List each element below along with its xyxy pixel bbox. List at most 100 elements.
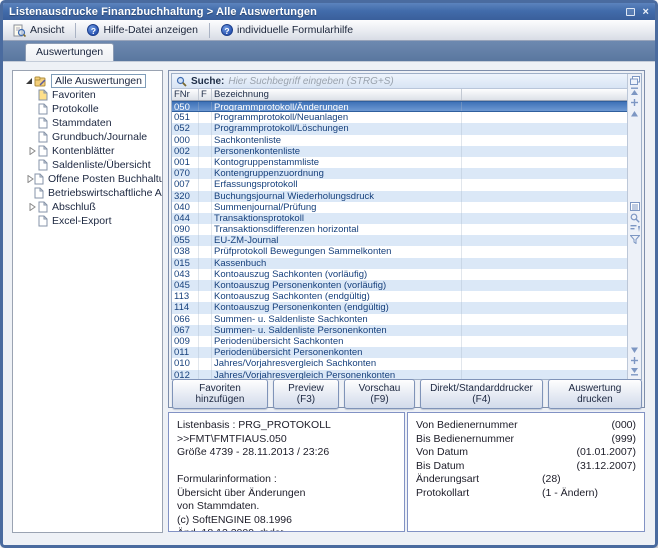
help-file-button[interactable]: ? Hilfe-Datei anzeigen (81, 22, 204, 38)
cell-bezeichnung[interactable]: Summen- u. Saldenliste Personenkonten (212, 325, 462, 336)
cell-bezeichnung[interactable]: Summenjournal/Prüfung (212, 202, 462, 213)
cell-fnr[interactable]: 114 (172, 302, 199, 313)
tree-item[interactable]: Protokolle (13, 102, 162, 116)
cell-f[interactable] (199, 358, 212, 369)
cell-empty[interactable] (462, 291, 627, 302)
table-row[interactable]: 001 Kontogruppenstammliste (172, 157, 627, 168)
cell-fnr[interactable]: 050 (172, 102, 199, 111)
cell-fnr[interactable]: 040 (172, 202, 199, 213)
cell-bezeichnung[interactable]: Transaktionsdifferenzen horizontal (212, 224, 462, 235)
table-row[interactable]: 114 Kontoauszug Personenkonten (endgülti… (172, 302, 627, 313)
cell-fnr[interactable]: 320 (172, 191, 199, 202)
cell-bezeichnung[interactable]: Kontoauszug Sachkonten (vorläufig) (212, 269, 462, 280)
tree-item[interactable]: Betriebswirtschaftliche Auswertungen (13, 186, 162, 200)
cell-f[interactable] (199, 302, 212, 313)
close-icon[interactable]: × (642, 7, 649, 17)
cell-f[interactable] (199, 157, 212, 168)
cell-bezeichnung[interactable]: Personenkontenliste (212, 146, 462, 157)
cell-fnr[interactable]: 011 (172, 347, 199, 358)
filter-icon[interactable] (630, 235, 640, 244)
cell-fnr[interactable]: 043 (172, 269, 199, 280)
cell-empty[interactable] (462, 358, 627, 369)
table-row[interactable]: 002 Personenkontenliste (172, 146, 627, 157)
cell-empty[interactable] (462, 112, 627, 123)
table-row[interactable]: 040 Summenjournal/Prüfung (172, 202, 627, 213)
tab-auswertungen[interactable]: Auswertungen (25, 43, 114, 61)
table-row[interactable]: 113 Kontoauszug Sachkonten (endgültig) (172, 291, 627, 302)
column-header-f[interactable]: F (199, 89, 212, 100)
table-row[interactable]: 043 Kontoauszug Sachkonten (vorläufig) (172, 269, 627, 280)
search-input[interactable] (228, 76, 623, 87)
cell-f[interactable] (199, 314, 212, 325)
cell-bezeichnung[interactable]: Periodenübersicht Sachkonten (212, 336, 462, 347)
tree-collapsed-icon[interactable] (27, 161, 38, 169)
cell-bezeichnung[interactable]: Sachkontenliste (212, 135, 462, 146)
action-button[interactable]: Preview (F3) (273, 379, 339, 409)
cell-f[interactable] (199, 146, 212, 157)
cell-bezeichnung[interactable]: Summen- u. Saldenliste Sachkonten (212, 314, 462, 325)
column-header-fnr[interactable]: FNr (172, 89, 199, 100)
cell-bezeichnung[interactable]: Kontogruppenstammliste (212, 157, 462, 168)
cell-bezeichnung[interactable]: Prüfprotokoll Bewegungen Sammelkonten (212, 246, 462, 257)
cell-fnr[interactable]: 007 (172, 179, 199, 190)
table-row[interactable]: 090 Transaktionsdifferenzen horizontal (172, 224, 627, 235)
table-row[interactable]: 066 Summen- u. Saldenliste Sachkonten (172, 314, 627, 325)
table-row[interactable]: 070 Kontengruppenzuordnung (172, 168, 627, 179)
cell-f[interactable] (199, 179, 212, 190)
cell-empty[interactable] (462, 123, 627, 134)
cell-f[interactable] (199, 370, 212, 380)
cell-f[interactable] (199, 347, 212, 358)
table-row[interactable]: 320 Buchungsjournal Wiederholungsdruck (172, 191, 627, 202)
form-help-button[interactable]: ? individuelle Formularhilfe (215, 22, 359, 38)
cell-fnr[interactable]: 045 (172, 280, 199, 291)
table-row[interactable]: 055 EU-ZM-Journal (172, 235, 627, 246)
tree-item[interactable]: Favoriten (13, 88, 162, 102)
cell-bezeichnung[interactable]: EU-ZM-Journal (212, 235, 462, 246)
table-row[interactable]: 067 Summen- u. Saldenliste Personenkonte… (172, 325, 627, 336)
cell-f[interactable] (199, 291, 212, 302)
cell-empty[interactable] (462, 246, 627, 257)
cell-fnr[interactable]: 010 (172, 358, 199, 369)
cell-bezeichnung[interactable]: Erfassungsprotokoll (212, 179, 462, 190)
cell-empty[interactable] (462, 213, 627, 224)
cell-f[interactable] (199, 123, 212, 134)
cell-fnr[interactable]: 051 (172, 112, 199, 123)
cell-bezeichnung[interactable]: Programmprotokoll/Neuanlagen (212, 112, 462, 123)
tree-item[interactable]: Stammdaten (13, 116, 162, 130)
column-header-bezeichnung[interactable]: Bezeichnung (212, 89, 462, 100)
cell-f[interactable] (199, 269, 212, 280)
cell-f[interactable] (199, 235, 212, 246)
tree-collapsed-icon[interactable] (27, 105, 38, 113)
tree-item-label[interactable]: Abschluß (52, 201, 96, 213)
cell-bezeichnung[interactable]: Programmprotokoll/Änderungen (212, 102, 462, 111)
table-row[interactable]: 044 Transaktionsprotokoll (172, 213, 627, 224)
tree-collapsed-icon[interactable] (27, 189, 34, 197)
scroll-page-down-icon[interactable] (630, 356, 640, 365)
tree-expanded-icon[interactable] (23, 77, 34, 85)
tree-collapsed-icon[interactable] (27, 203, 38, 211)
cell-bezeichnung[interactable]: Kontoauszug Sachkonten (endgültig) (212, 291, 462, 302)
cell-f[interactable] (199, 168, 212, 179)
scroll-up-icon[interactable] (630, 109, 640, 118)
cell-fnr[interactable]: 090 (172, 224, 199, 235)
tree-item[interactable]: Offene Posten Buchhaltung (13, 172, 162, 186)
table-row[interactable]: 011 Periodenübersicht Personenkonten (172, 347, 627, 358)
list-view-icon[interactable] (630, 202, 640, 211)
sort-icon[interactable] (630, 224, 640, 233)
tree-item-label[interactable]: Stammdaten (52, 117, 112, 129)
cell-f[interactable] (199, 191, 212, 202)
action-button[interactable]: Vorschau (F9) (344, 379, 415, 409)
cell-fnr[interactable]: 067 (172, 325, 199, 336)
cell-empty[interactable] (462, 314, 627, 325)
cell-f[interactable] (199, 336, 212, 347)
tree-item-label[interactable]: Kontenblätter (52, 145, 114, 157)
cell-f[interactable] (199, 224, 212, 235)
tree-collapsed-icon[interactable] (27, 217, 38, 225)
tree-item[interactable]: Grundbuch/Journale (13, 130, 162, 144)
tree-item[interactable]: Saldenliste/Übersicht (13, 158, 162, 172)
cell-fnr[interactable]: 066 (172, 314, 199, 325)
column-chooser-icon[interactable] (630, 76, 640, 85)
cell-fnr[interactable]: 001 (172, 157, 199, 168)
action-button[interactable]: Favoriten hinzufügen (172, 379, 268, 409)
table-row[interactable]: 010 Jahres/Vorjahresvergleich Sachkonten (172, 358, 627, 369)
